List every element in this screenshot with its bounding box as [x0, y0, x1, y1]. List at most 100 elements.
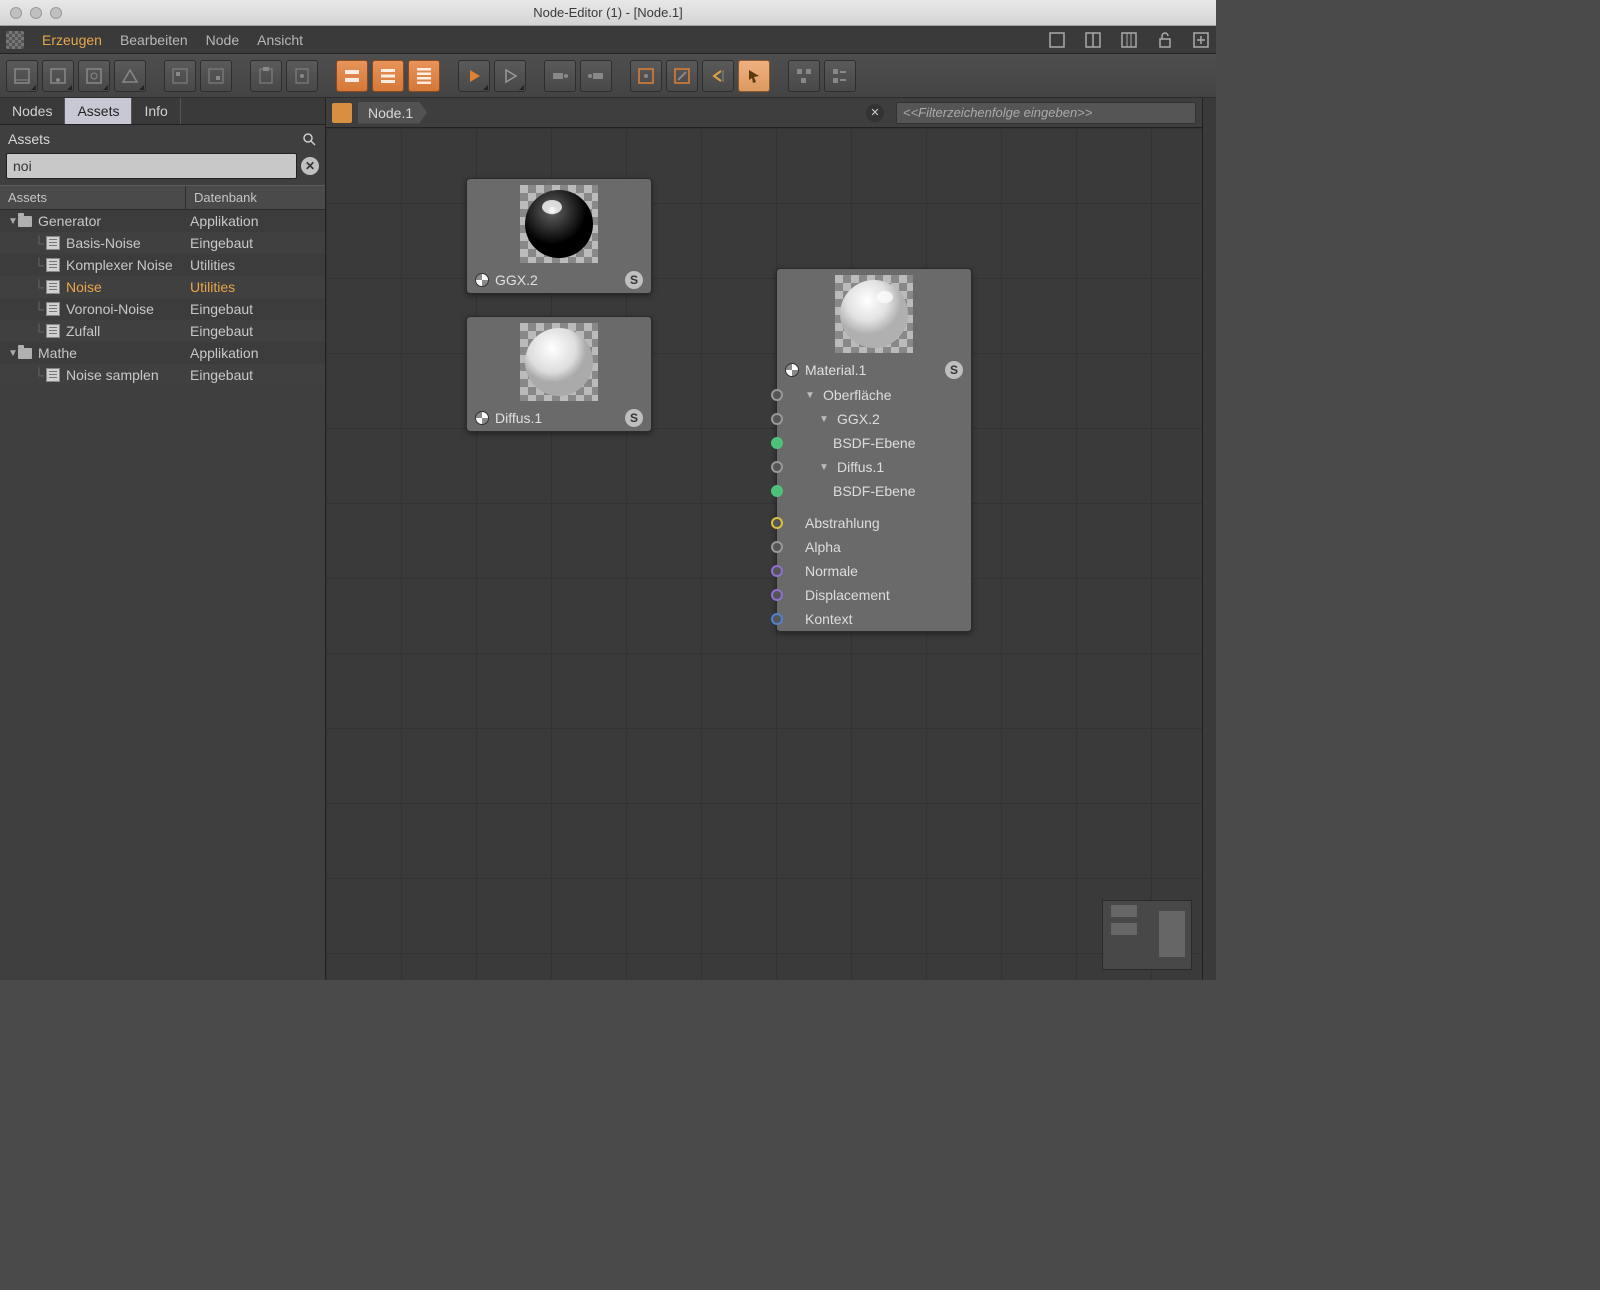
node-diffus[interactable]: Diffus.1 S [466, 316, 652, 432]
tool-play-outline[interactable] [494, 60, 526, 92]
tool-layout-c[interactable] [78, 60, 110, 92]
assets-tree[interactable]: ▼GeneratorApplikation└Basis-NoiseEingeba… [0, 210, 325, 980]
layout-2col-icon[interactable] [1084, 31, 1102, 49]
tool-hierarchy-b[interactable] [824, 60, 856, 92]
port-oberfl-che[interactable]: ▼Oberfläche [777, 383, 971, 407]
layout-3col-icon[interactable] [1120, 31, 1138, 49]
port-bsdf-ebene[interactable]: BSDF-Ebene [777, 479, 971, 503]
tool-clip-a[interactable] [250, 60, 282, 92]
tool-rows-2[interactable] [372, 60, 404, 92]
solo-badge[interactable]: S [625, 409, 643, 427]
filter-input[interactable]: <<Filterzeichenfolge eingeben>> [896, 102, 1196, 124]
tree-folder[interactable]: ▼GeneratorApplikation [0, 210, 325, 232]
menu-node[interactable]: Node [206, 32, 239, 48]
menu-bearbeiten[interactable]: Bearbeiten [120, 32, 188, 48]
pin-icon[interactable] [332, 103, 352, 123]
port-dot[interactable] [771, 413, 783, 425]
col-assets[interactable]: Assets [0, 186, 186, 209]
toolbar [0, 54, 1216, 98]
port-dot[interactable] [771, 613, 783, 625]
port-label: GGX.2 [837, 411, 880, 427]
tree-label: Mathe [38, 345, 77, 361]
port-dot[interactable] [771, 517, 783, 529]
tool-group-a[interactable] [164, 60, 196, 92]
chevron-down-icon[interactable]: ▼ [805, 390, 815, 401]
tab-info[interactable]: Info [132, 98, 180, 124]
tool-align-a[interactable] [544, 60, 576, 92]
close-icon[interactable]: ✕ [866, 104, 884, 122]
tool-align-b[interactable] [580, 60, 612, 92]
window-title: Node-Editor (1) - [Node.1] [0, 5, 1216, 20]
menu-erzeugen[interactable]: Erzeugen [42, 32, 102, 48]
clear-search-icon[interactable]: ✕ [301, 157, 319, 175]
port-kontext[interactable]: Kontext [777, 607, 971, 631]
node-preview-diffus [520, 323, 598, 401]
tool-rows-3[interactable] [408, 60, 440, 92]
close-icon[interactable] [10, 7, 22, 19]
tool-rows-1[interactable] [336, 60, 368, 92]
node-ggx[interactable]: GGX.2 S [466, 178, 652, 294]
port-dot[interactable] [771, 485, 783, 497]
tree-item[interactable]: └Noise samplenEingebaut [0, 364, 325, 386]
chevron-down-icon[interactable]: ▼ [819, 462, 829, 473]
col-datenbank[interactable]: Datenbank [186, 186, 325, 209]
port-alpha[interactable]: Alpha [777, 535, 971, 559]
chevron-down-icon[interactable]: ▼ [8, 348, 18, 359]
tool-hierarchy-a[interactable] [788, 60, 820, 92]
node-canvas[interactable]: GGX.2 S Diffus.1 S [326, 128, 1202, 980]
node-material[interactable]: Material.1 S ▼Oberfläche▼GGX.2BSDF-Ebene… [776, 268, 972, 632]
port-dot[interactable] [771, 541, 783, 553]
breadcrumb[interactable]: Node.1 [358, 102, 427, 124]
port-abstrahlung[interactable]: Abstrahlung [777, 511, 971, 535]
port-normale[interactable]: Normale [777, 559, 971, 583]
minimap[interactable] [1102, 900, 1192, 970]
tool-undo-arrow[interactable] [702, 60, 734, 92]
tree-item[interactable]: └Basis-NoiseEingebaut [0, 232, 325, 254]
chevron-down-icon[interactable]: ▼ [819, 414, 829, 425]
port-dot[interactable] [771, 389, 783, 401]
tree-item[interactable]: └Voronoi-NoiseEingebaut [0, 298, 325, 320]
port-displacement[interactable]: Displacement [777, 583, 971, 607]
zoom-icon[interactable] [50, 7, 62, 19]
tree-db: Eingebaut [186, 235, 325, 251]
chevron-down-icon[interactable]: ▼ [8, 216, 18, 227]
node-type-icon [475, 273, 489, 287]
search-icon[interactable] [301, 131, 317, 147]
assets-search-input[interactable] [6, 153, 297, 179]
tree-item[interactable]: └NoiseUtilities [0, 276, 325, 298]
node-icon [46, 280, 60, 294]
tree-item[interactable]: └ZufallEingebaut [0, 320, 325, 342]
port-label: Normale [805, 563, 858, 579]
port-dot[interactable] [771, 589, 783, 601]
node-title: Diffus.1 [495, 410, 542, 426]
node-icon [46, 258, 60, 272]
tool-frame-b[interactable] [666, 60, 698, 92]
menu-ansicht[interactable]: Ansicht [257, 32, 303, 48]
tab-assets[interactable]: Assets [65, 98, 132, 124]
add-panel-icon[interactable] [1192, 31, 1210, 49]
port-ggx-2[interactable]: ▼ GGX.2 [777, 407, 971, 431]
tool-group-b[interactable] [200, 60, 232, 92]
node-type-icon [475, 411, 489, 425]
tool-frame-a[interactable] [630, 60, 662, 92]
minimize-icon[interactable] [30, 7, 42, 19]
port-dot[interactable] [771, 437, 783, 449]
tool-layout-b[interactable] [42, 60, 74, 92]
lock-icon[interactable] [1156, 31, 1174, 49]
tool-play[interactable] [458, 60, 490, 92]
port-diffus-1[interactable]: ▼Diffus.1 [777, 455, 971, 479]
tool-clip-b[interactable] [286, 60, 318, 92]
port-dot[interactable] [771, 565, 783, 577]
node-icon [46, 368, 60, 382]
tool-triangle[interactable] [114, 60, 146, 92]
tree-item[interactable]: └Komplexer NoiseUtilities [0, 254, 325, 276]
layout-1col-icon[interactable] [1048, 31, 1066, 49]
port-dot[interactable] [771, 461, 783, 473]
solo-badge[interactable]: S [625, 271, 643, 289]
port-bsdf-ebene[interactable]: BSDF-Ebene [777, 431, 971, 455]
tab-nodes[interactable]: Nodes [0, 98, 65, 124]
tree-folder[interactable]: ▼MatheApplikation [0, 342, 325, 364]
tool-layout-a[interactable] [6, 60, 38, 92]
tool-cursor[interactable] [738, 60, 770, 92]
solo-badge[interactable]: S [945, 361, 963, 379]
